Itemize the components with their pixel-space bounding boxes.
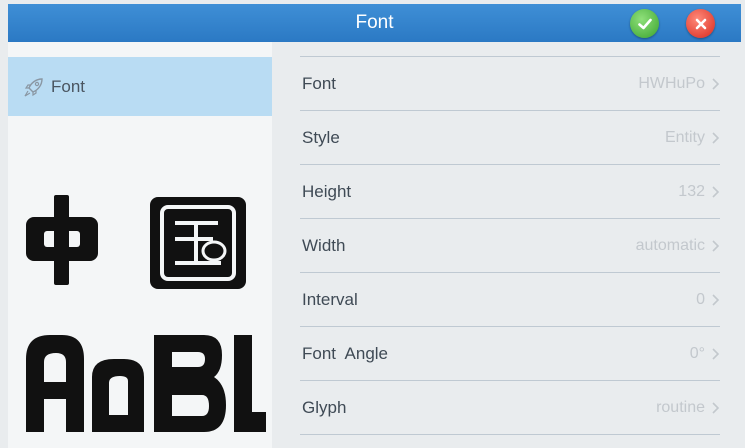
setting-value-wrap: 132 (678, 183, 720, 201)
chevron-right-icon (711, 77, 720, 91)
setting-value: 132 (678, 182, 705, 200)
close-icon (695, 18, 706, 29)
setting-value: automatic (635, 236, 705, 254)
check-icon (637, 18, 652, 29)
setting-row-font[interactable]: Font HWHuPo (300, 57, 720, 111)
setting-label: Font (302, 73, 337, 93)
preview-glyph-a-upper (26, 335, 84, 432)
setting-value-wrap: automatic (636, 237, 720, 255)
title-bar: Font (8, 4, 741, 42)
rocket-icon (23, 76, 45, 98)
settings-list: Font HWHuPo Style Entity Height 132 Widt… (300, 56, 720, 435)
setting-row-font-angle[interactable]: Font Angle 0° (300, 327, 720, 381)
chevron-right-icon (711, 239, 720, 253)
setting-value: routine (656, 398, 705, 416)
setting-value: HWHuPo (638, 74, 705, 92)
chevron-right-icon (711, 347, 720, 361)
setting-value-wrap: Entity (665, 129, 720, 147)
setting-row-height[interactable]: Height 132 (300, 165, 720, 219)
setting-value: Entity (664, 128, 705, 146)
preview-glyph-a-lower (92, 359, 144, 432)
preview-glyph-guo (150, 197, 246, 289)
setting-label: Width (302, 235, 346, 255)
setting-label: Height (302, 181, 352, 201)
chevron-right-icon (711, 293, 720, 307)
setting-value-wrap: 0 (696, 291, 720, 309)
chevron-right-icon (711, 131, 720, 145)
confirm-button[interactable] (630, 9, 659, 38)
font-preview (8, 187, 272, 437)
cancel-button[interactable] (686, 9, 715, 38)
setting-label: Style (302, 127, 340, 147)
preview-glyph-l (234, 335, 266, 432)
sidebar-item-label: Font (51, 76, 86, 96)
preview-glyph-zhong (26, 195, 98, 285)
setting-label: Interval (302, 289, 358, 309)
setting-value-wrap: routine (656, 399, 720, 417)
setting-row-style[interactable]: Style Entity (300, 111, 720, 165)
setting-row-glyph[interactable]: Glyph routine (300, 381, 720, 435)
setting-row-width[interactable]: Width automatic (300, 219, 720, 273)
chevron-right-icon (711, 185, 720, 199)
setting-label: Glyph (302, 397, 347, 417)
sidebar-item-font[interactable]: Font (8, 57, 272, 116)
setting-label: Font Angle (302, 343, 389, 363)
setting-value: 0 (696, 290, 705, 308)
left-panel: Font (8, 42, 272, 448)
setting-value-wrap: 0° (690, 345, 720, 363)
setting-row-interval[interactable]: Interval 0 (300, 273, 720, 327)
setting-value-wrap: HWHuPo (638, 75, 720, 93)
chevron-right-icon (711, 401, 720, 415)
setting-value: 0° (689, 344, 705, 362)
preview-glyph-b-upper (154, 335, 226, 432)
dialog-title: Font (355, 12, 394, 33)
